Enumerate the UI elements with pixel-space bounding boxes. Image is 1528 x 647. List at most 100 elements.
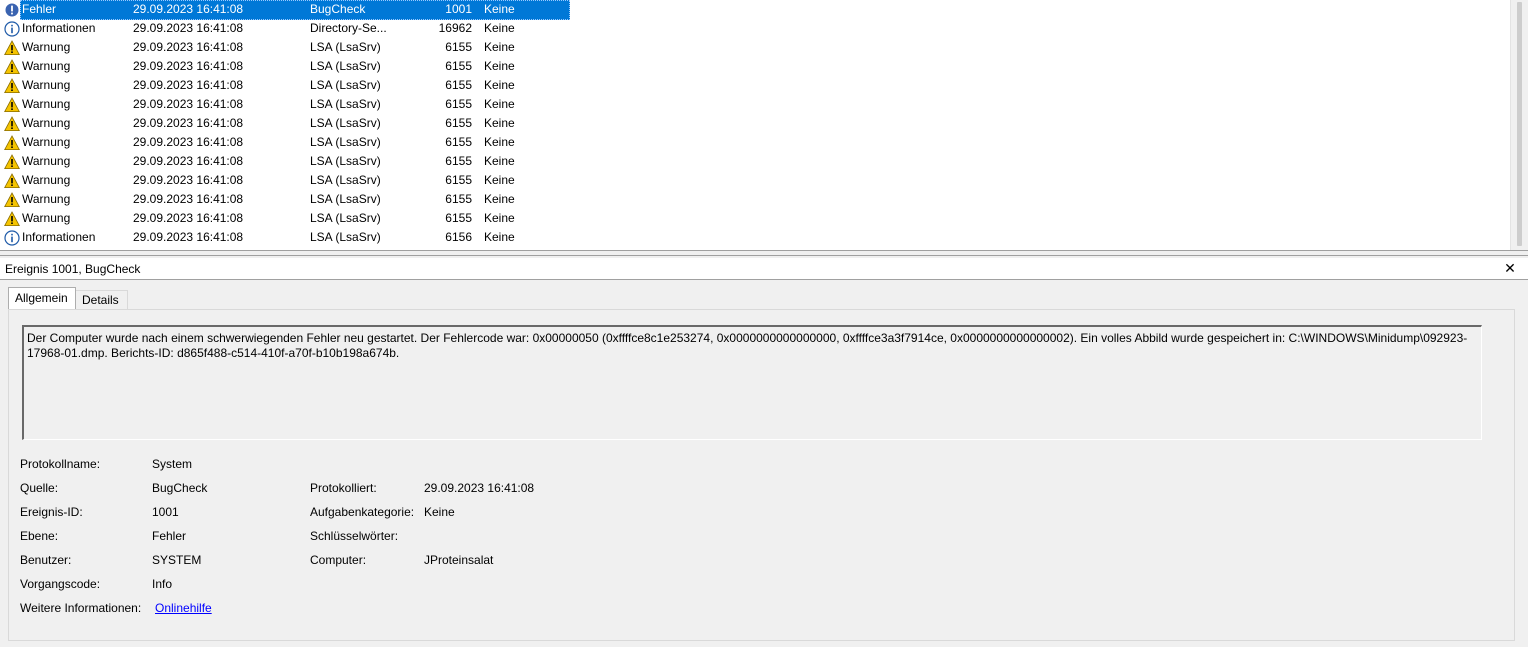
- level-label: Ebene:: [20, 529, 59, 543]
- event-id: 6155: [445, 173, 472, 187]
- event-level: Warnung: [22, 97, 71, 111]
- close-icon[interactable]: ✕: [1502, 260, 1518, 276]
- event-category: Keine: [484, 21, 515, 35]
- tab-general[interactable]: Allgemein: [8, 287, 76, 309]
- event-level: Informationen: [22, 21, 96, 35]
- event-source: LSA (LsaSrv): [310, 78, 381, 92]
- event-id: 6155: [445, 154, 472, 168]
- event-id-value[interactable]: 1001: [152, 505, 179, 519]
- event-category: Keine: [484, 78, 515, 92]
- event-date: 29.09.2023 16:41:08: [133, 230, 244, 244]
- event-level: Fehler: [22, 2, 57, 16]
- event-list-scrollbar[interactable]: [1510, 0, 1528, 250]
- event-source: LSA (LsaSrv): [310, 40, 381, 54]
- source-value[interactable]: BugCheck: [152, 481, 207, 495]
- event-row[interactable]: Warnung 29.09.2023 16:41:08 LSA (LsaSrv) 61…: [0, 190, 1510, 209]
- online-help-link[interactable]: Onlinehilfe: [155, 601, 212, 615]
- event-date: 29.09.2023 16:41:08: [133, 116, 244, 130]
- event-row[interactable]: Warnung 29.09.2023 16:41:08 LSA (LsaSrv) 61…: [0, 171, 1510, 190]
- window-bottom-edge: [0, 641, 1528, 647]
- error-icon: [4, 2, 20, 18]
- event-row[interactable]: Warnung 29.09.2023 16:41:08 LSA (LsaSrv) 61…: [0, 76, 1510, 95]
- event-date: 29.09.2023 16:41:08: [133, 192, 244, 206]
- event-source: LSA (LsaSrv): [310, 59, 381, 73]
- event-id: 6155: [445, 78, 472, 92]
- event-id-label: Ereignis-ID:: [20, 505, 83, 519]
- task-category-value[interactable]: Keine: [424, 505, 455, 519]
- details-pane-title: Ereignis 1001, BugCheck: [5, 262, 141, 276]
- warning-icon: [4, 135, 20, 151]
- event-row[interactable]: Warnung 29.09.2023 16:41:08 LSA (LsaSrv) 61…: [0, 95, 1510, 114]
- scrollbar-thumb[interactable]: [1517, 2, 1522, 246]
- event-source: LSA (LsaSrv): [310, 230, 381, 244]
- warning-icon: [4, 211, 20, 227]
- event-date: 29.09.2023 16:41:08: [133, 40, 244, 54]
- event-row[interactable]: Fehler 29.09.2023 16:41:08 BugCheck 1001 Kei…: [0, 0, 1510, 20]
- more-info-label: Weitere Informationen:: [20, 601, 142, 615]
- event-date: 29.09.2023 16:41:08: [133, 2, 244, 16]
- event-id: 6155: [445, 192, 472, 206]
- warning-icon: [4, 192, 20, 208]
- keywords-label: Schlüsselwörter:: [310, 529, 399, 543]
- opcode-value[interactable]: Info: [152, 577, 172, 591]
- event-id: 6155: [445, 40, 472, 54]
- event-row[interactable]: Warnung 29.09.2023 16:41:08 LSA (LsaSrv) 61…: [0, 133, 1510, 152]
- warning-icon: [4, 97, 20, 113]
- event-id: 6155: [445, 97, 472, 111]
- event-row[interactable]: Warnung 29.09.2023 16:41:08 LSA (LsaSrv) 61…: [0, 57, 1510, 76]
- event-id: 6155: [445, 59, 472, 73]
- event-category: Keine: [484, 154, 515, 168]
- event-category: Keine: [484, 40, 515, 54]
- warning-icon: [4, 173, 20, 189]
- event-category: Keine: [484, 2, 515, 16]
- warning-icon: [4, 40, 20, 56]
- event-source: LSA (LsaSrv): [310, 97, 381, 111]
- event-category: Keine: [484, 59, 515, 73]
- tab-details[interactable]: Details: [76, 290, 128, 309]
- event-row[interactable]: Warnung 29.09.2023 16:41:08 LSA (LsaSrv) 61…: [0, 38, 1510, 57]
- log-name-value[interactable]: System: [152, 457, 192, 471]
- event-row[interactable]: Warnung 29.09.2023 16:41:08 LSA (LsaSrv) 61…: [0, 152, 1510, 171]
- warning-icon: [4, 78, 20, 94]
- info-icon: [4, 21, 20, 37]
- level-value[interactable]: Fehler: [152, 529, 186, 543]
- event-row[interactable]: Informationen 29.09.2023 16:41:08 LSA (Lsa…: [0, 228, 1510, 247]
- event-source: LSA (LsaSrv): [310, 135, 381, 149]
- event-source: Directory-Se...: [310, 21, 387, 35]
- event-date: 29.09.2023 16:41:08: [133, 154, 244, 168]
- event-row[interactable]: Warnung 29.09.2023 16:41:08 LSA (LsaSrv) 61…: [0, 114, 1510, 133]
- event-category: Keine: [484, 173, 515, 187]
- computer-label: Computer:: [310, 553, 367, 567]
- warning-icon: [4, 59, 20, 75]
- event-row[interactable]: Informationen 29.09.2023 16:41:08 Director…: [0, 19, 1510, 38]
- log-name-label: Protokollname:: [20, 457, 101, 471]
- event-row[interactable]: Warnung 29.09.2023 16:41:08 LSA (LsaSrv) 61…: [0, 209, 1510, 228]
- event-level: Informationen: [22, 230, 96, 244]
- event-category: Keine: [484, 230, 515, 244]
- event-date: 29.09.2023 16:41:08: [133, 21, 244, 35]
- event-category: Keine: [484, 97, 515, 111]
- event-source: LSA (LsaSrv): [310, 173, 381, 187]
- event-category: Keine: [484, 211, 515, 225]
- event-source: LSA (LsaSrv): [310, 154, 381, 168]
- event-date: 29.09.2023 16:41:08: [133, 78, 244, 92]
- event-source: LSA (LsaSrv): [310, 211, 381, 225]
- event-id: 1001: [445, 2, 472, 16]
- logged-value[interactable]: 29.09.2023 16:41:08: [424, 481, 534, 495]
- event-id: 6156: [445, 230, 472, 244]
- event-date: 29.09.2023 16:41:08: [133, 59, 244, 73]
- event-source: LSA (LsaSrv): [310, 192, 381, 206]
- warning-icon: [4, 116, 20, 132]
- computer-value[interactable]: JProteinsalat: [424, 553, 493, 567]
- info-icon: [4, 230, 20, 246]
- event-level: Warnung: [22, 154, 71, 168]
- pane-splitter[interactable]: [0, 250, 1528, 256]
- user-value[interactable]: SYSTEM: [152, 553, 201, 567]
- event-date: 29.09.2023 16:41:08: [133, 97, 244, 111]
- event-list[interactable]: Fehler 29.09.2023 16:41:08 BugCheck 1001 Kei…: [0, 0, 1510, 250]
- event-description[interactable]: Der Computer wurde nach einem schwerwieg…: [22, 325, 1482, 440]
- event-level: Warnung: [22, 192, 71, 206]
- task-category-label: Aufgabenkategorie:: [310, 505, 415, 519]
- opcode-label: Vorgangscode:: [20, 577, 101, 591]
- user-label: Benutzer:: [20, 553, 72, 567]
